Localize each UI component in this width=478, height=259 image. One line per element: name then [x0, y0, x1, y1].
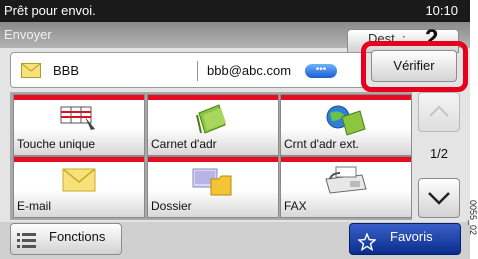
status-message: Prêt pour envoi.: [4, 3, 96, 18]
favoris-button[interactable]: Favoris: [349, 223, 461, 255]
fonctions-button[interactable]: Fonctions: [10, 223, 122, 255]
chevron-down-icon: [428, 192, 450, 205]
external-address-book-icon: [326, 105, 366, 136]
tile-fax[interactable]: FAX: [280, 156, 412, 218]
address-book-icon: [196, 104, 226, 134]
send-screen: Prêt pour envoi. 10:10 Envoyer Dest. : 2…: [0, 0, 470, 259]
page-title: Envoyer: [4, 27, 52, 42]
favoris-label: Favoris: [390, 229, 433, 244]
tile-touche-unique[interactable]: Touche unique: [13, 94, 145, 156]
envelope-icon: [62, 168, 96, 192]
page-scroller: 1/2: [418, 92, 460, 220]
tile-dossier[interactable]: Dossier: [147, 156, 279, 218]
tile-carnet-adr[interactable]: Carnet d'adr: [147, 94, 279, 156]
image-code-text: 0055_02: [468, 200, 478, 236]
fonctions-label: Fonctions: [49, 229, 106, 244]
destination-name: BBB: [53, 63, 80, 78]
page-indicator: 1/2: [429, 146, 449, 161]
divider: [197, 61, 198, 81]
image-code: 0055_02: [468, 200, 478, 259]
verify-button[interactable]: Vérifier: [371, 50, 457, 82]
tile-label: E-mail: [17, 199, 52, 213]
tile-label: Carnet d'adr: [151, 137, 217, 151]
list-icon: [17, 233, 36, 248]
folder-icon: [192, 168, 232, 196]
tile-label: Dossier: [151, 199, 192, 213]
tile-label: FAX: [284, 199, 307, 213]
destination-email: bbb@abc.com: [207, 63, 292, 78]
more-details-button[interactable]: •••: [305, 64, 337, 78]
tile-carnet-adr-externe[interactable]: Crnt d'adr ext.: [280, 94, 412, 156]
fax-icon: [325, 166, 367, 194]
status-time: 10:10: [425, 3, 458, 18]
tile-label: Touche unique: [17, 137, 96, 151]
destination-method-grid: Touche unique Carnet d'adr Crnt d'adr ex…: [10, 92, 412, 220]
tile-email[interactable]: E-mail: [13, 156, 145, 218]
destination-entry[interactable]: BBB bbb@abc.com •••: [10, 52, 366, 88]
status-bar: Prêt pour envoi. 10:10: [0, 0, 470, 22]
one-touch-key-icon: [60, 106, 95, 130]
scroll-up-button[interactable]: [418, 92, 460, 132]
scroll-down-button[interactable]: [418, 178, 460, 218]
chevron-up-icon: [429, 105, 449, 117]
star-icon: [358, 233, 376, 251]
tile-label: Crnt d'adr ext.: [284, 137, 359, 151]
envelope-icon: [21, 63, 41, 78]
